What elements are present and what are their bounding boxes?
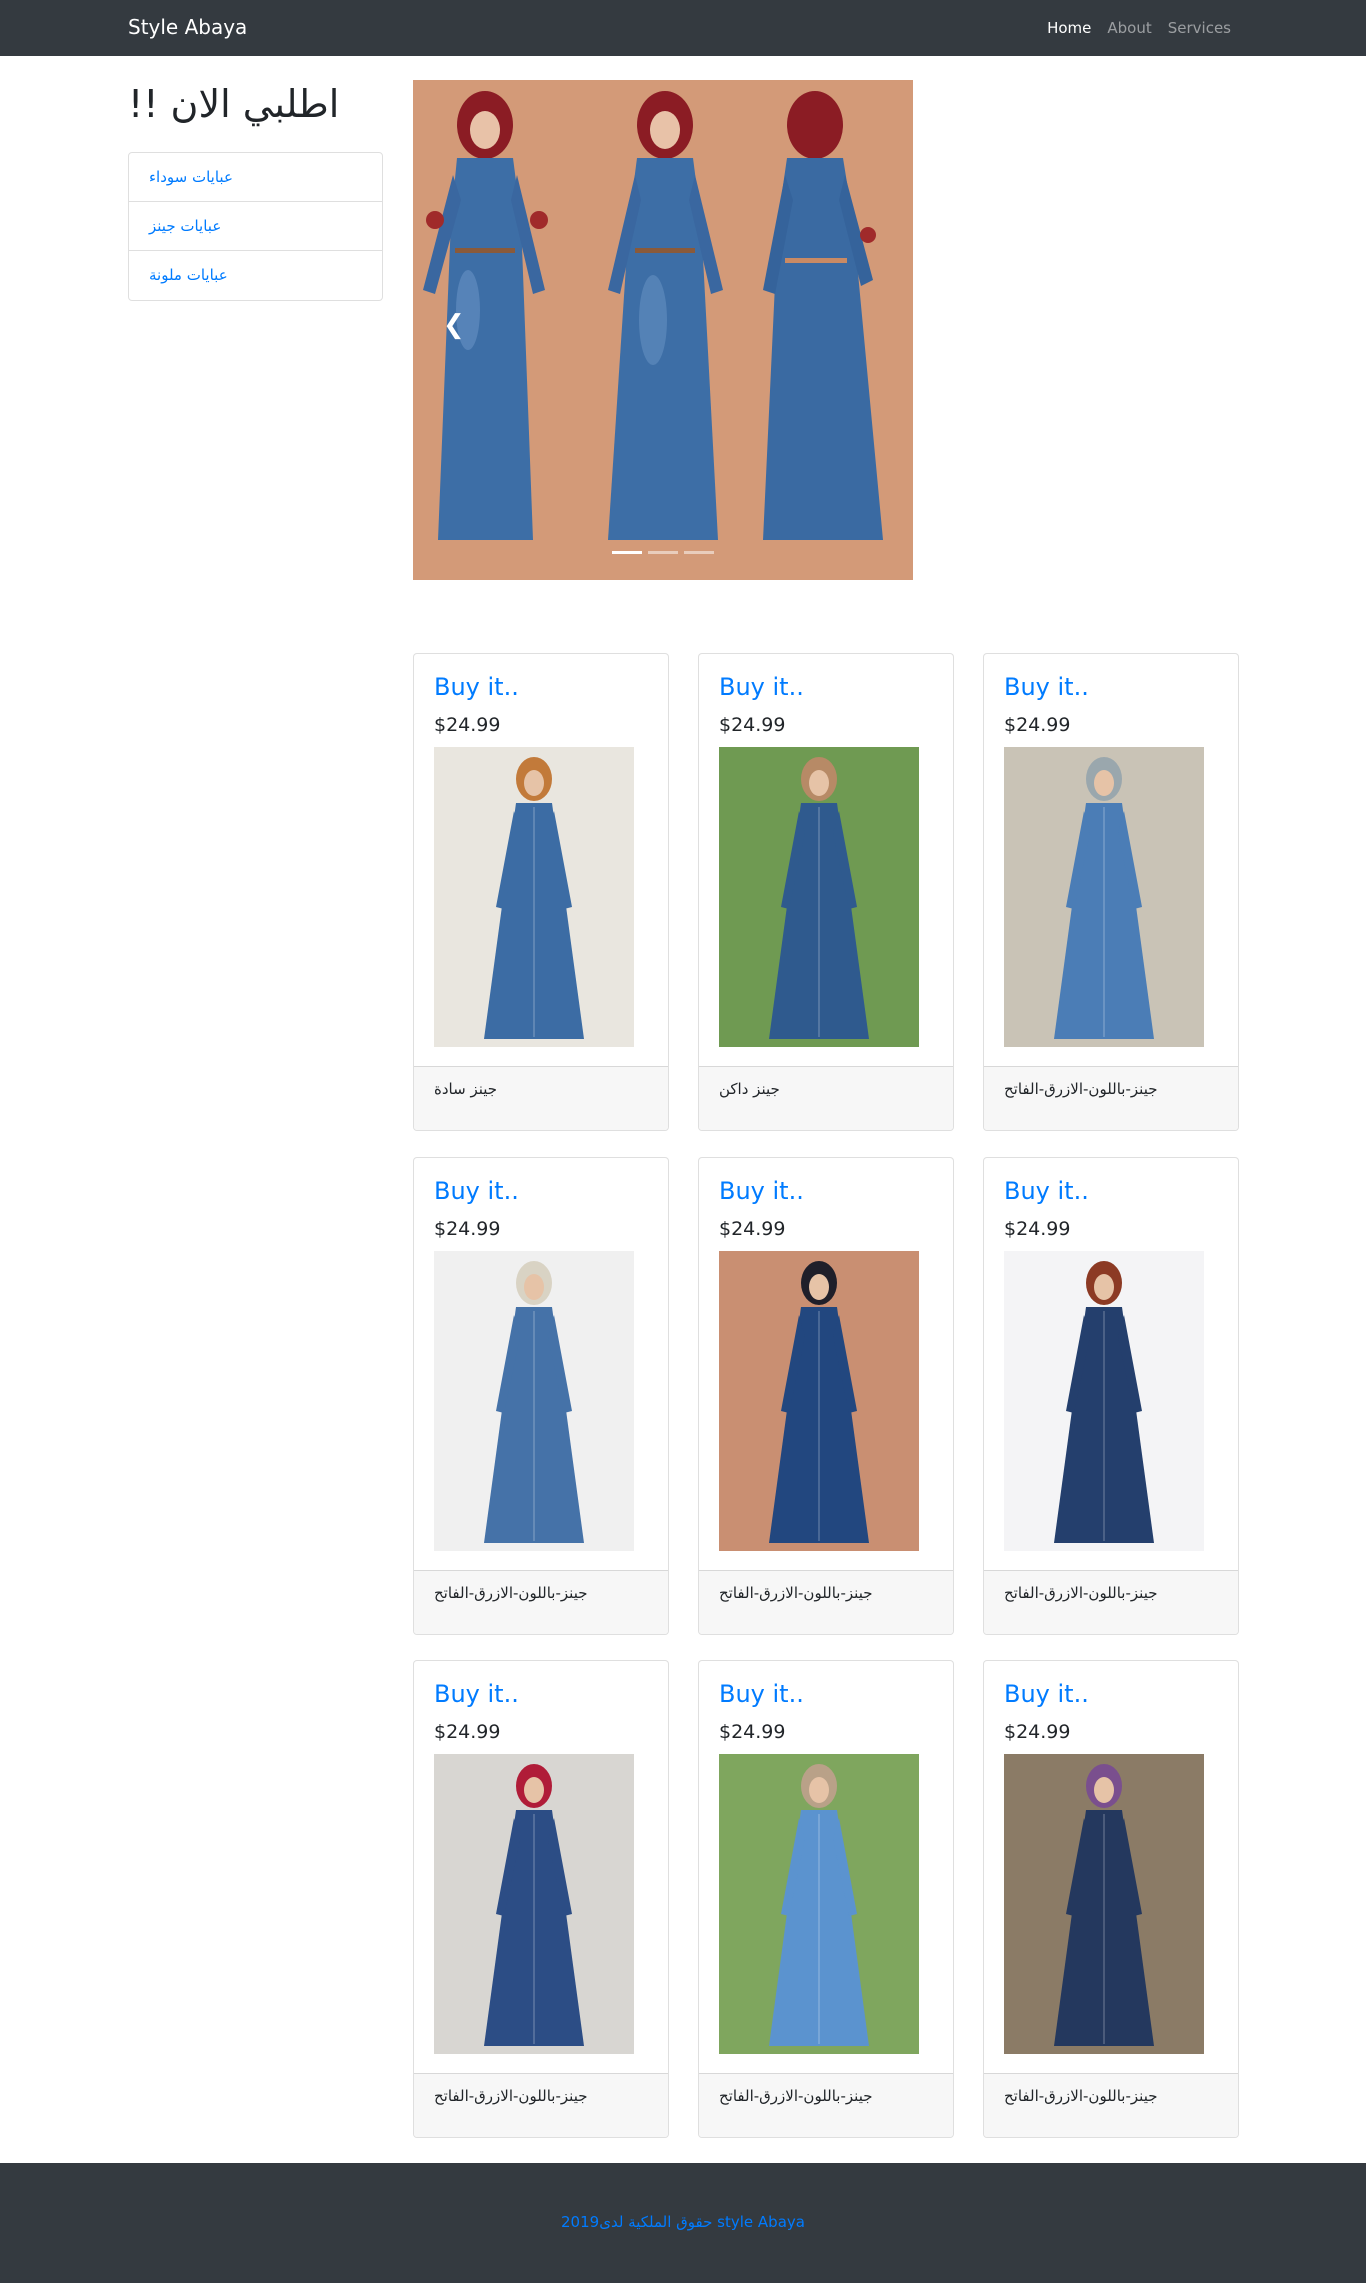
product-price: $24.99 (719, 714, 786, 736)
carousel-slide-image (413, 80, 913, 580)
product-caption: جينز-باللون-الازرق-الفاتح (699, 2073, 953, 2137)
product-card: Buy it.. $24.99 جينز-باللون-الازرق-الفاتح (983, 1660, 1239, 2138)
nav-link-about[interactable]: About (1107, 19, 1151, 37)
brand-logo-text[interactable]: Style Abaya (128, 15, 247, 39)
product-caption: جينز-باللون-الازرق-الفاتح (699, 1570, 953, 1634)
top-navbar: Style Abaya Home About Services (0, 0, 1366, 56)
product-card: Buy it.. $24.99 جينز-باللون-الازرق-الفاتح (413, 1660, 669, 2138)
category-list: عبايات سوداء عبايات جينز عبايات ملونة (128, 152, 383, 301)
product-image[interactable] (719, 1754, 919, 2054)
product-price: $24.99 (1004, 1721, 1071, 1743)
product-image[interactable] (719, 747, 919, 1047)
product-buy-link[interactable]: Buy it.. (719, 1177, 804, 1205)
product-image[interactable] (719, 1251, 919, 1551)
product-price: $24.99 (1004, 1218, 1071, 1240)
carousel-indicator-1[interactable] (612, 551, 642, 554)
product-image[interactable] (1004, 747, 1204, 1047)
nav-link-services[interactable]: Services (1168, 19, 1231, 37)
product-card: Buy it.. $24.99 جينز-باللون-الازرق-الفاتح (698, 1157, 954, 1635)
product-price: $24.99 (719, 1721, 786, 1743)
product-buy-link[interactable]: Buy it.. (434, 1680, 519, 1708)
product-price: $24.99 (434, 714, 501, 736)
product-caption: جينز-باللون-الازرق-الفاتح (414, 1570, 668, 1634)
product-buy-link[interactable]: Buy it.. (719, 673, 804, 701)
category-colored-abayas[interactable]: عبايات ملونة (129, 251, 382, 300)
carousel-indicators (413, 551, 913, 554)
product-price: $24.99 (434, 1721, 501, 1743)
product-caption: جينز-باللون-الازرق-الفاتح (984, 2073, 1238, 2137)
product-buy-link[interactable]: Buy it.. (434, 673, 519, 701)
product-card: Buy it.. $24.99 جينز-باللون-الازرق-الفاتح (983, 653, 1239, 1131)
carousel-indicator-3[interactable] (684, 551, 714, 554)
product-buy-link[interactable]: Buy it.. (1004, 1680, 1089, 1708)
product-price: $24.99 (1004, 714, 1071, 736)
category-jeans-abayas[interactable]: عبايات جينز (129, 202, 382, 251)
product-card: Buy it.. $24.99 جينز-باللون-الازرق-الفاتح (413, 1157, 669, 1635)
product-image[interactable] (1004, 1251, 1204, 1551)
product-image[interactable] (434, 747, 634, 1047)
product-image[interactable] (1004, 1754, 1204, 2054)
carousel-prev-icon[interactable]: ❮ (443, 310, 473, 340)
product-caption: جينز داكن (699, 1066, 953, 1130)
product-caption: جينز-باللون-الازرق-الفاتح (984, 1570, 1238, 1634)
product-card: Buy it.. $24.99 جينز-باللون-الازرق-الفاتح (698, 1660, 954, 2138)
product-caption: جينز-باللون-الازرق-الفاتح (984, 1066, 1238, 1130)
hero-carousel[interactable]: ❮ (413, 80, 913, 580)
product-buy-link[interactable]: Buy it.. (434, 1177, 519, 1205)
product-card: Buy it.. $24.99 جينز داكن (698, 653, 954, 1131)
product-card: Buy it.. $24.99 جينز سادة (413, 653, 669, 1131)
product-card: Buy it.. $24.99 جينز-باللون-الازرق-الفاتح (983, 1157, 1239, 1635)
product-price: $24.99 (434, 1218, 501, 1240)
category-black-abayas[interactable]: عبايات سوداء (129, 153, 382, 202)
nav-link-home[interactable]: Home (1047, 19, 1091, 37)
product-buy-link[interactable]: Buy it.. (1004, 1177, 1089, 1205)
carousel-indicator-2[interactable] (648, 551, 678, 554)
product-price: $24.99 (719, 1218, 786, 1240)
product-caption: جينز-باللون-الازرق-الفاتح (414, 2073, 668, 2137)
product-image[interactable] (434, 1754, 634, 2054)
nav-links: Home About Services (1047, 19, 1231, 37)
page-footer: حقوق الملكية لدى2019 style Abaya (0, 2163, 1366, 2283)
product-caption: جينز سادة (414, 1066, 668, 1130)
product-image[interactable] (434, 1251, 634, 1551)
product-buy-link[interactable]: Buy it.. (719, 1680, 804, 1708)
sidebar-title: اطلبي الان !! (128, 82, 340, 126)
footer-copyright: حقوق الملكية لدى2019 style Abaya (561, 2213, 805, 2231)
product-buy-link[interactable]: Buy it.. (1004, 673, 1089, 701)
